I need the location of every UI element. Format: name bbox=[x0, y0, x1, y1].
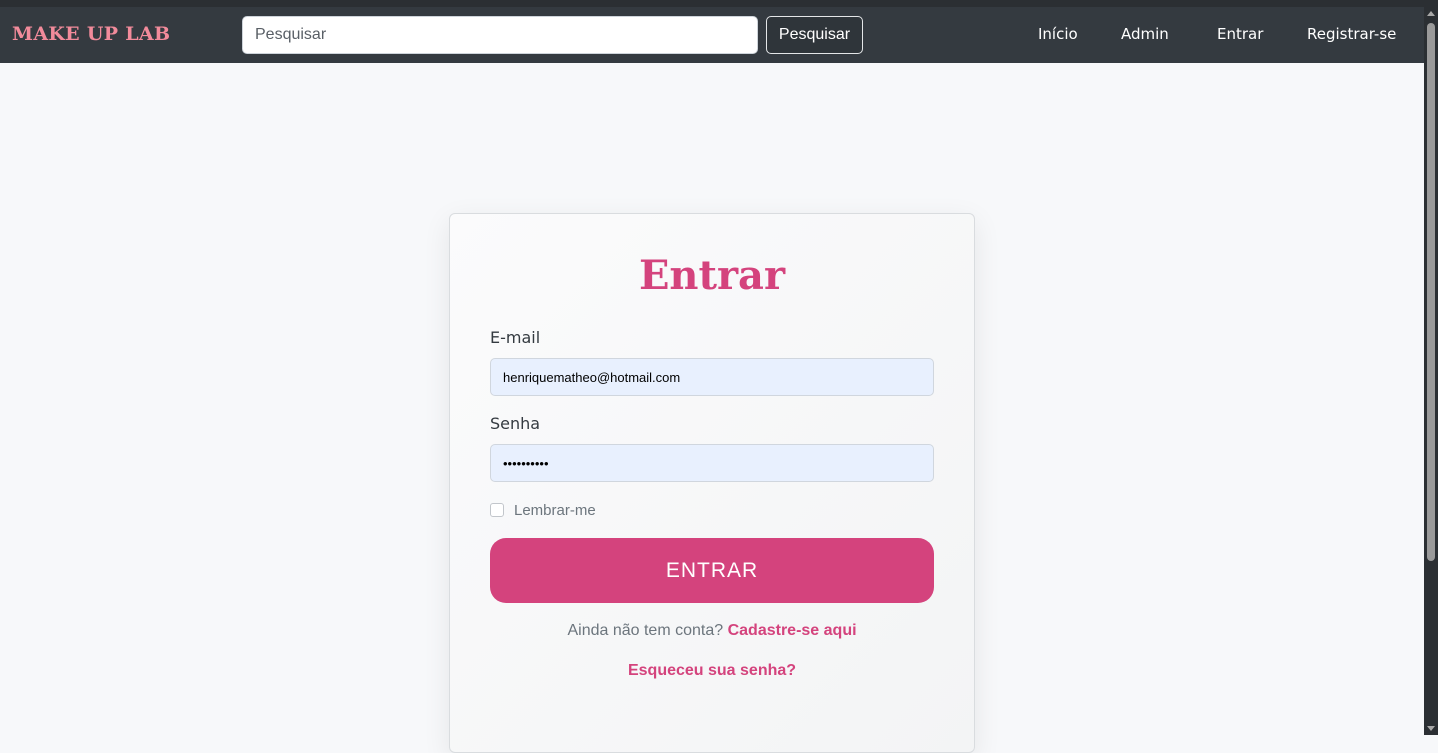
login-submit-button[interactable]: ENTRAR bbox=[490, 538, 934, 603]
email-field[interactable] bbox=[490, 358, 934, 396]
scroll-down-arrow-icon[interactable] bbox=[1427, 726, 1435, 731]
nav-link-admin[interactable]: Admin bbox=[1121, 25, 1169, 43]
scroll-thumb[interactable] bbox=[1427, 23, 1435, 561]
page-scrollbar[interactable] bbox=[1424, 7, 1438, 735]
nav-link-registrar[interactable]: Registrar-se bbox=[1307, 25, 1396, 43]
forgot-password-line: Esqueceu sua senha? bbox=[450, 662, 974, 680]
nav-link-entrar[interactable]: Entrar bbox=[1217, 25, 1263, 43]
brand-logo[interactable]: MAKE UP LAB bbox=[12, 23, 170, 45]
signup-link[interactable]: Cadastre-se aqui bbox=[728, 622, 857, 639]
remember-me-label[interactable]: Lembrar-me bbox=[514, 502, 596, 519]
remember-me-checkbox[interactable] bbox=[490, 503, 504, 517]
nav-link-inicio[interactable]: Início bbox=[1038, 25, 1078, 43]
login-card: Entrar E-mail Senha Lembrar-me ENTRAR Ai… bbox=[449, 213, 975, 753]
password-field[interactable] bbox=[490, 444, 934, 482]
search-input[interactable] bbox=[242, 16, 758, 54]
search-button[interactable]: Pesquisar bbox=[766, 16, 863, 54]
signup-prompt-line: Ainda não tem conta? Cadastre-se aqui bbox=[450, 622, 974, 640]
password-label: Senha bbox=[490, 414, 541, 433]
window-top-strip bbox=[0, 0, 1438, 7]
signup-prompt-text: Ainda não tem conta? bbox=[567, 622, 724, 639]
navbar: MAKE UP LAB Pesquisar Início Admin Entra… bbox=[0, 7, 1424, 63]
scroll-up-arrow-icon[interactable] bbox=[1427, 11, 1435, 16]
email-label: E-mail bbox=[490, 328, 541, 347]
login-title: Entrar bbox=[638, 252, 786, 299]
forgot-password-link[interactable]: Esqueceu sua senha? bbox=[628, 662, 796, 679]
